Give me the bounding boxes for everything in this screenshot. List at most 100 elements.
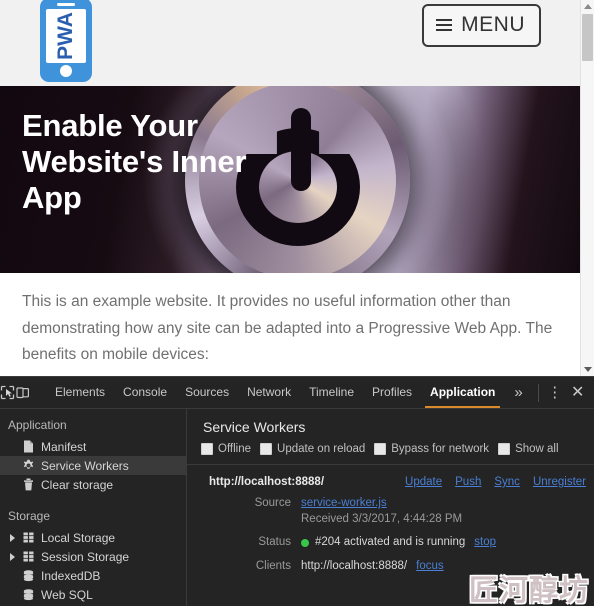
sidebar-item-label: Service Workers bbox=[41, 458, 129, 473]
detail-label: Source bbox=[254, 497, 291, 509]
sidebar-item-session-storage[interactable]: Session Storage bbox=[0, 547, 186, 566]
tab-console[interactable]: Console bbox=[114, 377, 176, 408]
sidebar-item-manifest[interactable]: Manifest bbox=[0, 437, 186, 456]
scrollbar-down-arrow-icon[interactable] bbox=[581, 363, 594, 376]
scrollbar-up-arrow-icon[interactable] bbox=[581, 0, 594, 13]
devtools-panel: Elements Console Sources Network Timelin… bbox=[0, 376, 594, 606]
devtools-body: Application Manifest Service Workers Cle… bbox=[0, 409, 594, 606]
sidebar-item-label: Web SQL bbox=[41, 587, 93, 602]
detail-row-status: Status #204 activated and is running sto… bbox=[187, 527, 594, 551]
option-show-all[interactable]: Show all bbox=[498, 443, 559, 455]
sidebar-item-web-sql[interactable]: Web SQL bbox=[0, 585, 186, 604]
option-label: Offline bbox=[218, 443, 252, 455]
application-sidebar: Application Manifest Service Workers Cle… bbox=[0, 409, 187, 606]
stop-link[interactable]: stop bbox=[474, 535, 496, 551]
sidebar-item-label: Clear storage bbox=[41, 477, 114, 492]
sidebar-item-clear-storage[interactable]: Clear storage bbox=[0, 475, 186, 494]
option-offline[interactable]: Offline bbox=[201, 443, 251, 455]
source-received-timestamp: Received 3/3/2017, 4:44:28 PM bbox=[301, 512, 463, 525]
detail-value: #204 activated and is running stop bbox=[301, 535, 496, 551]
status-text: #204 activated and is running bbox=[315, 536, 466, 549]
devtools-toolbar-right: ⋮ ✕ bbox=[533, 383, 594, 402]
option-label: Bypass for network bbox=[391, 443, 490, 455]
gear-icon bbox=[22, 459, 35, 472]
sidebar-item-indexeddb[interactable]: IndexedDB bbox=[0, 566, 186, 585]
sidebar-item-label: IndexedDB bbox=[41, 568, 101, 583]
chevron-right-icon[interactable] bbox=[10, 533, 15, 542]
detail-row-source: Source service-worker.js Received 3/3/20… bbox=[187, 488, 594, 527]
document-icon bbox=[22, 440, 35, 453]
menu-button-label: MENU bbox=[461, 13, 525, 36]
status-running-indicator bbox=[301, 538, 309, 547]
detail-label: Status bbox=[258, 536, 291, 549]
tab-profiles[interactable]: Profiles bbox=[363, 377, 421, 408]
database-icon bbox=[22, 569, 35, 582]
update-link[interactable]: Update bbox=[405, 476, 442, 488]
image-watermark: 匠河醇坊 bbox=[468, 573, 589, 606]
unregister-link[interactable]: Unregister bbox=[533, 476, 586, 488]
pwa-logo-text: PWA bbox=[54, 12, 77, 60]
trash-icon bbox=[22, 478, 35, 491]
registration-header: http://localhost:8888/ Update Push Sync … bbox=[187, 476, 594, 488]
phone-home-button-shape bbox=[60, 65, 72, 77]
database-icon bbox=[22, 588, 35, 601]
toolbar-divider-right bbox=[537, 383, 539, 402]
sidebar-item-service-workers[interactable]: Service Workers bbox=[0, 456, 186, 475]
option-update-on-reload[interactable]: Update on reload bbox=[260, 443, 365, 455]
sidebar-section-storage: Storage bbox=[8, 509, 51, 523]
page-content: PWA MENU Enable Your Website's Inner App bbox=[0, 0, 581, 376]
focus-link[interactable]: focus bbox=[416, 559, 444, 575]
tab-sources[interactable]: Sources bbox=[176, 377, 238, 408]
sidebar-item-label: Manifest bbox=[41, 439, 87, 454]
checkbox-show-all[interactable] bbox=[498, 443, 511, 455]
registration-actions: Update Push Sync Unregister bbox=[405, 476, 586, 488]
close-icon[interactable]: ✕ bbox=[566, 384, 590, 401]
hero-banner: Enable Your Website's Inner App bbox=[0, 86, 581, 273]
devtools-toolbar: Elements Console Sources Network Timelin… bbox=[0, 377, 594, 409]
tab-network[interactable]: Network bbox=[238, 377, 300, 408]
panel-title: Service Workers bbox=[203, 419, 306, 435]
page-scrollbar[interactable] bbox=[580, 0, 594, 376]
push-link[interactable]: Push bbox=[455, 476, 481, 488]
table-icon bbox=[22, 550, 35, 563]
checkbox-update-on-reload[interactable] bbox=[260, 443, 273, 455]
devtools-tab-list: Elements Console Sources Network Timelin… bbox=[46, 377, 533, 408]
registration-scope-url: http://localhost:8888/ bbox=[209, 476, 325, 488]
tab-elements[interactable]: Elements bbox=[46, 377, 114, 408]
checkbox-offline[interactable] bbox=[201, 443, 213, 455]
phone-speaker-shape bbox=[57, 3, 75, 6]
table-icon bbox=[22, 531, 35, 544]
tab-application[interactable]: Application bbox=[421, 377, 504, 408]
detail-value: service-worker.js Received 3/3/2017, 4:4… bbox=[301, 496, 548, 527]
client-url: http://localhost:8888/ bbox=[301, 559, 408, 572]
more-tabs-icon[interactable]: » bbox=[504, 377, 532, 408]
tab-timeline[interactable]: Timeline bbox=[300, 377, 363, 408]
checkbox-bypass-for-network[interactable] bbox=[374, 443, 387, 455]
sync-link[interactable]: Sync bbox=[494, 476, 520, 488]
site-header: PWA MENU bbox=[0, 0, 581, 86]
detail-row-clients: Clients http://localhost:8888/ focus bbox=[187, 551, 594, 575]
service-worker-options: Offline Update on reload Bypass for netw… bbox=[187, 443, 594, 464]
service-worker-registration: http://localhost:8888/ Update Push Sync … bbox=[187, 465, 594, 574]
inspect-element-icon[interactable] bbox=[0, 379, 15, 406]
menu-button[interactable]: MENU bbox=[422, 4, 541, 47]
device-toolbar-icon[interactable] bbox=[15, 379, 30, 406]
browser-page-viewport: PWA MENU Enable Your Website's Inner App bbox=[0, 0, 594, 376]
pwa-logo-icon[interactable]: PWA bbox=[40, 0, 92, 82]
intro-paragraph: This is an example website. It provides … bbox=[22, 293, 553, 364]
option-bypass-for-network[interactable]: Bypass for network bbox=[374, 443, 489, 455]
sidebar-item-local-storage[interactable]: Local Storage bbox=[0, 528, 186, 547]
chevron-right-icon[interactable] bbox=[10, 552, 15, 561]
scrollbar-thumb[interactable] bbox=[582, 14, 593, 61]
devtools-menu-icon[interactable]: ⋮ bbox=[544, 385, 566, 400]
sidebar-item-label: Local Storage bbox=[41, 530, 116, 545]
source-file-link[interactable]: service-worker.js bbox=[301, 496, 387, 512]
service-workers-panel: Service Workers Offline Update on reload… bbox=[187, 409, 594, 606]
sidebar-section-application: Application bbox=[8, 418, 67, 432]
page-body: This is an example website. It provides … bbox=[0, 273, 581, 376]
sidebar-item-label: Session Storage bbox=[41, 549, 130, 564]
option-label: Show all bbox=[515, 443, 559, 455]
detail-label: Clients bbox=[255, 559, 291, 572]
hamburger-icon bbox=[436, 18, 453, 31]
